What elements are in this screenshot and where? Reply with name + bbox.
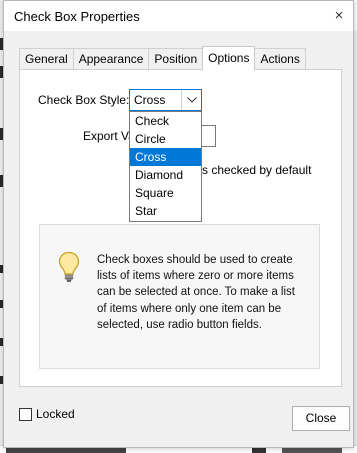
info-text: Check boxes should be used to create lis…: [97, 254, 295, 331]
title-bar: Check Box Properties ×: [4, 1, 353, 31]
option-diamond[interactable]: Diamond: [130, 166, 201, 184]
tab-bar: General Appearance Position Options Acti…: [19, 46, 306, 70]
lightbulb-icon: [58, 251, 80, 282]
info-box: Check boxes should be used to create lis…: [39, 224, 320, 369]
locked-checkbox[interactable]: [19, 408, 32, 421]
option-star[interactable]: Star: [130, 202, 201, 220]
check-box-style-value: Cross: [134, 93, 166, 107]
check-box-style-dropdown-list: Check Circle Cross Diamond Square Star: [129, 111, 202, 222]
option-circle[interactable]: Circle: [130, 130, 201, 148]
check-box-style-label: Check Box Style:: [38, 93, 130, 107]
tab-appearance[interactable]: Appearance: [72, 48, 150, 70]
locked-label[interactable]: Locked: [36, 407, 75, 421]
dialog-title: Check Box Properties: [14, 9, 140, 24]
export-value-field[interactable]: [200, 125, 216, 147]
default-checked-label[interactable]: s checked by default: [202, 163, 311, 177]
close-button[interactable]: Close: [292, 406, 350, 431]
tab-position[interactable]: Position: [148, 48, 204, 70]
check-box-style-select[interactable]: Cross: [129, 89, 202, 111]
option-square[interactable]: Square: [130, 184, 201, 202]
tab-actions[interactable]: Actions: [254, 48, 306, 70]
chevron-down-icon: [187, 97, 197, 103]
tab-options[interactable]: Options: [202, 46, 256, 70]
dropdown-button[interactable]: [181, 90, 201, 110]
option-cross[interactable]: Cross: [130, 148, 201, 166]
option-check[interactable]: Check: [130, 112, 201, 130]
close-icon[interactable]: ×: [325, 5, 353, 29]
tab-general[interactable]: General: [19, 48, 74, 70]
